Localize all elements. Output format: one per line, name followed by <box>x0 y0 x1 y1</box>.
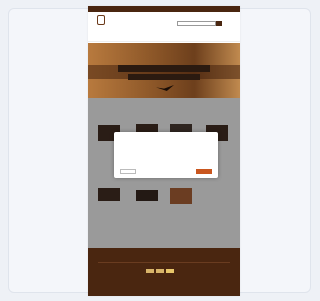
footer-divider <box>98 262 230 263</box>
hero-title <box>118 65 210 72</box>
product-image[interactable] <box>98 188 120 201</box>
web-page <box>88 6 240 296</box>
site-header <box>88 12 240 42</box>
bird-graphic <box>156 85 174 91</box>
cookie-consent-dialog <box>114 132 218 178</box>
search-input[interactable] <box>177 21 216 26</box>
hero-subtitle <box>128 74 200 80</box>
product-image[interactable] <box>136 190 158 201</box>
site-footer <box>88 248 240 296</box>
search-icon[interactable] <box>216 21 222 26</box>
logo-icon[interactable] <box>97 15 105 25</box>
payment-icon <box>156 269 164 273</box>
payment-icons <box>146 269 174 273</box>
accept-button[interactable] <box>196 169 212 174</box>
payment-icon <box>166 269 174 273</box>
cart-icon[interactable] <box>225 21 233 26</box>
payment-icon <box>146 269 154 273</box>
hero-banner[interactable] <box>88 43 240 98</box>
product-image[interactable] <box>170 188 192 204</box>
dismiss-button[interactable] <box>120 169 136 174</box>
